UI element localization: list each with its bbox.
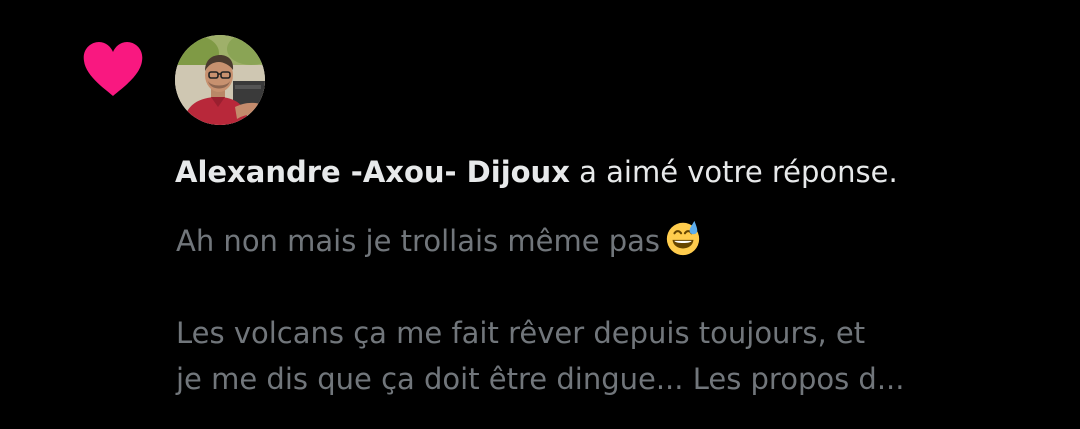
tweet-line: Ah non mais je trollais même pas (176, 218, 1036, 264)
tweet-preview: Ah non mais je trollais même pas Les vol… (176, 218, 1036, 402)
tweet-line: Les volcans ça me fait rêver depuis touj… (176, 316, 866, 350)
avatar[interactable] (175, 35, 265, 125)
user-name-link[interactable]: Alexandre -Axou- Dijoux (175, 155, 570, 189)
heart-icon (83, 42, 143, 96)
tweet-line: je me dis que ça doit être dingue... Les… (176, 362, 905, 396)
notification-headline: Alexandre -Axou- Dijoux a aimé votre rép… (175, 151, 898, 193)
grinning-face-with-sweat-emoji (666, 220, 700, 256)
action-text: a aimé votre réponse. (569, 155, 898, 189)
like-notification[interactable]: Alexandre -Axou- Dijoux a aimé votre rép… (0, 0, 1080, 429)
